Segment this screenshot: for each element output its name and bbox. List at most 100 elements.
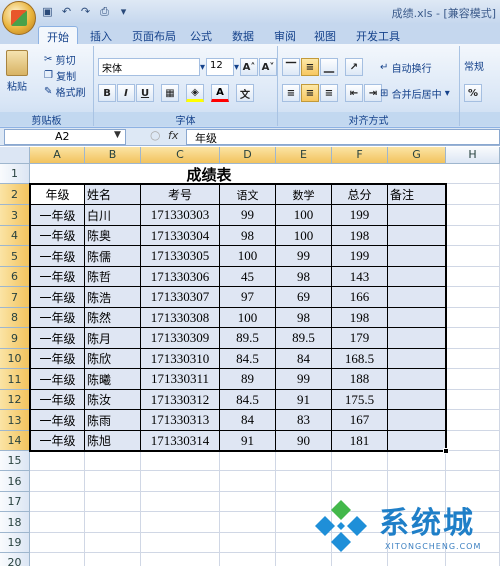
row-header-3[interactable]: 3 [0, 205, 30, 226]
table-cell[interactable] [388, 390, 446, 410]
tab-developer[interactable]: 开发工具 [348, 26, 408, 44]
tab-insert[interactable]: 插入 [82, 26, 120, 44]
table-cell[interactable]: 89 [220, 369, 276, 390]
cell[interactable] [446, 308, 500, 328]
tab-view[interactable]: 视图 [306, 26, 344, 44]
row-header-4[interactable]: 4 [0, 226, 30, 246]
row-header-13[interactable]: 13 [0, 410, 30, 431]
table-cell[interactable]: 171330305 [141, 246, 220, 267]
row-header-1[interactable]: 1 [0, 164, 30, 184]
column-header-c[interactable]: C [141, 147, 220, 164]
table-cell[interactable]: 171330314 [141, 431, 220, 451]
table-cell[interactable]: 199 [332, 205, 388, 226]
table-cell[interactable]: 198 [332, 308, 388, 328]
cell[interactable] [446, 164, 500, 184]
redo-icon[interactable]: ↷ [78, 4, 93, 19]
cell[interactable] [85, 512, 141, 533]
cell[interactable] [446, 471, 500, 492]
table-cell[interactable]: 一年级 [30, 287, 85, 308]
table-cell[interactable]: 198 [332, 226, 388, 246]
table-cell[interactable]: 181 [332, 431, 388, 451]
table-cell[interactable]: 84 [220, 410, 276, 431]
table-cell[interactable]: 199 [332, 246, 388, 267]
table-cell[interactable]: 陈曦 [85, 369, 141, 390]
table-cell[interactable] [388, 328, 446, 349]
table-cell[interactable]: 陈浩 [85, 287, 141, 308]
cell[interactable] [446, 328, 500, 349]
table-cell[interactable]: 45 [220, 267, 276, 287]
bold-button[interactable]: B [98, 84, 116, 102]
underline-button[interactable]: U [136, 84, 154, 102]
table-cell[interactable]: 171330312 [141, 390, 220, 410]
table-cell[interactable]: 一年级 [30, 226, 85, 246]
cell[interactable] [141, 451, 220, 471]
header-cell[interactable]: 姓名 [85, 184, 141, 205]
grow-font-icon[interactable]: A˄ [240, 58, 258, 76]
row-header-5[interactable]: 5 [0, 246, 30, 267]
cell[interactable] [30, 451, 85, 471]
header-cell[interactable]: 考号 [141, 184, 220, 205]
table-cell[interactable]: 171330313 [141, 410, 220, 431]
cell[interactable] [446, 267, 500, 287]
table-cell[interactable]: 90 [276, 431, 332, 451]
orientation-icon[interactable]: ↗ [345, 58, 363, 76]
table-cell[interactable]: 一年级 [30, 308, 85, 328]
cell[interactable] [141, 553, 220, 566]
tab-formulas[interactable]: 公式 [182, 26, 220, 44]
fill-color-icon[interactable]: ◈ [186, 84, 204, 102]
table-cell[interactable]: 陈哲 [85, 267, 141, 287]
cell[interactable] [332, 471, 388, 492]
cell[interactable] [220, 533, 276, 553]
decrease-indent-icon[interactable]: ⇤ [345, 84, 363, 102]
table-cell[interactable]: 143 [332, 267, 388, 287]
tab-page-layout[interactable]: 页面布局 [124, 26, 184, 44]
table-cell[interactable]: 陈旭 [85, 431, 141, 451]
table-cell[interactable]: 171330308 [141, 308, 220, 328]
table-cell[interactable]: 陈月 [85, 328, 141, 349]
table-cell[interactable]: 100 [276, 226, 332, 246]
table-cell[interactable]: 陈然 [85, 308, 141, 328]
align-right-icon[interactable]: ≡ [320, 84, 338, 102]
table-cell[interactable]: 一年级 [30, 205, 85, 226]
table-cell[interactable]: 97 [220, 287, 276, 308]
phonetic-icon[interactable]: 文 [236, 84, 254, 102]
column-header-h[interactable]: H [446, 147, 500, 164]
font-name-select[interactable]: 宋体 ▾ [98, 58, 205, 76]
fill-handle[interactable] [443, 448, 449, 454]
cell[interactable] [220, 492, 276, 512]
office-button[interactable] [2, 1, 36, 35]
cell[interactable] [446, 349, 500, 369]
table-cell[interactable]: 99 [276, 246, 332, 267]
cell[interactable] [141, 492, 220, 512]
number-format-select[interactable]: 常规 [464, 58, 484, 73]
table-cell[interactable] [388, 349, 446, 369]
table-cell[interactable]: 171330310 [141, 349, 220, 369]
table-cell[interactable]: 99 [276, 369, 332, 390]
header-cell[interactable]: 数学 [276, 184, 332, 205]
table-cell[interactable] [388, 246, 446, 267]
cell[interactable] [446, 390, 500, 410]
header-cell[interactable]: 语文 [220, 184, 276, 205]
wrap-text-button[interactable]: ↵ 自动换行 [380, 60, 432, 75]
font-color-icon[interactable]: A [211, 84, 229, 102]
row-header-17[interactable]: 17 [0, 492, 30, 512]
table-cell[interactable]: 陈欣 [85, 349, 141, 369]
cell[interactable] [388, 451, 446, 471]
cell[interactable] [30, 512, 85, 533]
table-cell[interactable]: 175.5 [332, 390, 388, 410]
row-header-14[interactable]: 14 [0, 431, 30, 451]
cell[interactable] [446, 451, 500, 471]
align-middle-icon[interactable]: ≡ [301, 58, 319, 76]
table-cell[interactable]: 84.5 [220, 349, 276, 369]
cell[interactable] [85, 451, 141, 471]
print-preview-icon[interactable]: ⎙ [97, 4, 112, 19]
paste-button[interactable]: 粘贴 [6, 50, 28, 93]
cell[interactable] [30, 553, 85, 566]
table-cell[interactable]: 166 [332, 287, 388, 308]
row-header-11[interactable]: 11 [0, 369, 30, 390]
cell[interactable] [141, 533, 220, 553]
table-cell[interactable]: 一年级 [30, 390, 85, 410]
table-cell[interactable] [388, 431, 446, 451]
table-cell[interactable]: 171330303 [141, 205, 220, 226]
column-header-e[interactable]: E [276, 147, 332, 164]
